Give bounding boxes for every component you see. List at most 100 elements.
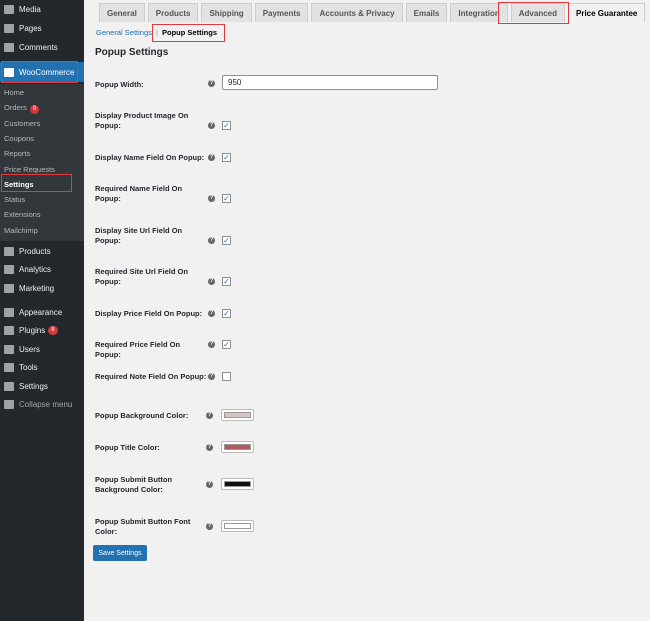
sidebar-item-label: Appearance xyxy=(19,307,63,317)
submenu-item-mailchimp[interactable]: Mailchimp xyxy=(4,226,38,235)
submenu-item-extensions[interactable]: Extensions xyxy=(4,210,41,219)
sidebar-item-label: Products xyxy=(19,246,51,256)
help-icon[interactable]: ? xyxy=(206,523,213,530)
help-icon[interactable]: ? xyxy=(208,237,215,244)
color-label: Popup Submit Button Font Color: xyxy=(95,517,191,536)
sidebar-item-settings[interactable]: Settings xyxy=(0,377,84,395)
tab-shipping[interactable]: Shipping xyxy=(201,3,252,22)
checkbox[interactable]: ✓ xyxy=(222,340,231,349)
sidebar-item-label: Tools xyxy=(19,362,38,372)
highlight-box xyxy=(1,174,72,192)
sidebar-item-label: Settings xyxy=(19,381,48,391)
tab-products[interactable]: Products xyxy=(147,3,199,22)
sidebar-item-collapse-menu[interactable]: Collapse menu xyxy=(0,395,84,413)
tab-emails[interactable]: Emails xyxy=(405,3,448,22)
pages-icon xyxy=(4,23,14,33)
tab-payments[interactable]: Payments xyxy=(254,3,309,22)
submenu-label: Coupons xyxy=(4,133,35,143)
help-icon[interactable]: ? xyxy=(208,373,215,380)
sidebar-item-users[interactable]: Users xyxy=(0,340,84,358)
sidebar-item-media[interactable]: Media xyxy=(0,0,84,18)
popup-width-input[interactable]: 950 xyxy=(222,75,438,90)
submenu-label: Customers xyxy=(4,118,41,128)
sidebar-item-pages[interactable]: Pages xyxy=(0,19,84,37)
help-icon[interactable]: ? xyxy=(208,80,215,87)
count-badge: 9 xyxy=(29,105,40,115)
help-icon[interactable]: ? xyxy=(208,154,215,161)
popup-width-label: Popup Width: xyxy=(95,80,144,89)
color-picker[interactable] xyxy=(221,409,254,421)
sidebar-item-tools[interactable]: Tools xyxy=(0,358,84,376)
sidebar-item-comments[interactable]: Comments xyxy=(0,38,84,56)
submenu-item-reports[interactable]: Reports xyxy=(4,149,30,158)
checkbox-label: Display Price Field On Popup: xyxy=(95,309,203,318)
sidebar-item-analytics[interactable]: Analytics xyxy=(0,260,84,278)
help-icon[interactable]: ? xyxy=(208,341,215,348)
analytics-icon xyxy=(4,264,14,274)
sidebar-item-label: Plugins xyxy=(19,325,46,335)
submenu-label: Orders xyxy=(4,103,27,113)
submenu-item-status[interactable]: Status xyxy=(4,195,25,204)
sidebar-item-label: Pages xyxy=(19,23,42,33)
sidebar-item-appearance[interactable]: Appearance xyxy=(0,303,84,321)
checkbox[interactable]: ✓ xyxy=(222,194,231,203)
plugins-icon xyxy=(4,325,14,335)
highlight-box xyxy=(498,2,569,24)
checkbox-label: Required Price Field On Popup: xyxy=(95,340,181,359)
sidebar-item-label: Users xyxy=(19,344,40,354)
comments-icon xyxy=(4,42,14,52)
color-swatch xyxy=(224,444,251,450)
submenu-label: Extensions xyxy=(4,210,41,220)
help-icon[interactable]: ? xyxy=(206,481,213,488)
settings-icon xyxy=(4,381,14,391)
count-badge: 8 xyxy=(48,325,58,335)
users-icon xyxy=(4,344,14,354)
submenu-item-coupons[interactable]: Coupons xyxy=(4,134,34,143)
checkbox[interactable]: ✓ xyxy=(222,121,231,130)
color-swatch xyxy=(224,481,251,487)
tab-general[interactable]: General xyxy=(99,3,145,22)
general-settings-link[interactable]: General Settings xyxy=(96,28,152,37)
submenu-item-customers[interactable]: Customers xyxy=(4,119,40,128)
help-icon[interactable]: ? xyxy=(208,122,215,129)
color-picker[interactable] xyxy=(221,520,254,532)
submenu-item-orders[interactable]: Orders 9 xyxy=(4,103,40,115)
sidebar-item-products[interactable]: Products xyxy=(0,242,84,260)
products-icon xyxy=(4,246,14,256)
help-icon[interactable]: ? xyxy=(208,195,215,202)
submenu-item-home[interactable]: Home xyxy=(4,88,24,97)
help-icon[interactable]: ? xyxy=(208,278,215,285)
save-settings-button[interactable]: Save Settings xyxy=(93,545,147,561)
tab-price-guarantee[interactable]: Price Guarantee xyxy=(568,3,646,22)
help-icon[interactable]: ? xyxy=(206,412,213,419)
submenu-label: Status xyxy=(4,195,26,205)
color-label: Popup Submit Button Background Color: xyxy=(95,475,173,494)
sidebar-item-marketing[interactable]: Marketing xyxy=(0,279,84,297)
submenu-label: Home xyxy=(4,88,25,97)
marketing-icon xyxy=(4,283,14,293)
submenu-label: Mailchimp xyxy=(4,225,38,235)
submenu-label: Reports xyxy=(4,149,31,159)
woocommerce-submenu: Home Orders 9 Customers Coupons Reports Price … xyxy=(0,84,84,241)
checkbox[interactable]: ✓ xyxy=(222,277,231,286)
help-icon[interactable]: ? xyxy=(208,310,215,317)
appearance-icon xyxy=(4,307,14,317)
admin-sidebar: Media Pages Comments WooCommerce Home Orders 9… xyxy=(0,0,84,621)
tools-icon xyxy=(4,362,14,372)
checkbox[interactable]: ✓ xyxy=(222,236,231,245)
checkbox-label: Display Product Image On Popup: xyxy=(95,111,189,130)
color-picker[interactable] xyxy=(221,441,254,453)
submenu-label: Price Requests xyxy=(4,164,55,174)
checkbox[interactable] xyxy=(222,372,231,381)
sidebar-item-label: Collapse menu xyxy=(19,399,73,409)
highlight-box xyxy=(1,61,78,83)
checkbox[interactable]: ✓ xyxy=(222,153,231,162)
tab-accounts-privacy[interactable]: Accounts & Privacy xyxy=(311,3,403,22)
help-icon[interactable]: ? xyxy=(206,444,213,451)
checkbox-label: Required Note Field On Popup: xyxy=(95,372,207,381)
checkbox[interactable]: ✓ xyxy=(222,309,231,318)
checkbox-label: Required Name Field On Popup: xyxy=(95,184,183,203)
color-picker[interactable] xyxy=(221,478,254,490)
sidebar-item-plugins[interactable]: Plugins 8 xyxy=(0,321,84,339)
submenu-item-price-requests[interactable]: Price Requests xyxy=(4,165,55,174)
